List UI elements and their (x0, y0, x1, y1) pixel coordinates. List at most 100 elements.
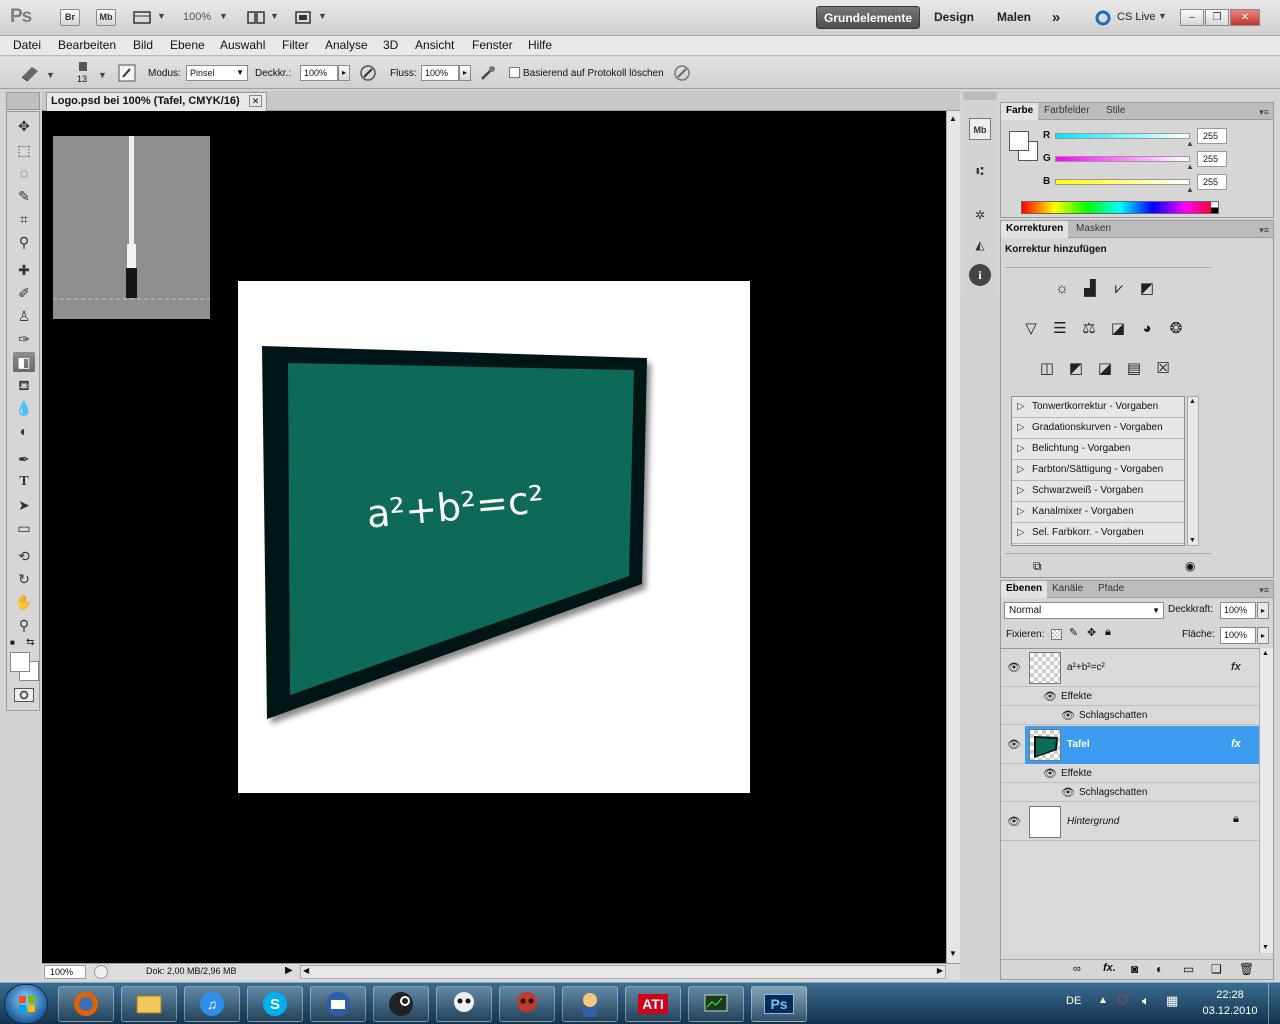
cs-live-label[interactable]: CS Live (1117, 11, 1156, 23)
channel-r-thumb-icon[interactable]: ▲ (1186, 139, 1194, 148)
selective-color-icon[interactable]: ☒ (1151, 357, 1175, 381)
eraser-tool-icon[interactable]: ◧ (13, 352, 35, 372)
mini-bridge-button[interactable]: Mb (96, 9, 116, 26)
flow-slider-arrow-icon[interactable]: ▸ (459, 65, 471, 81)
crop-tool-icon[interactable]: ⌗ (13, 209, 35, 229)
path-selection-tool-icon[interactable]: ➤ (13, 495, 35, 515)
tab-korrekturen[interactable]: Korrekturen (1001, 221, 1069, 238)
menu-analyse[interactable]: Analyse (325, 38, 368, 52)
swap-colors-icon[interactable]: ⇆ (26, 637, 34, 648)
new-adjustment-layer-icon[interactable]: ◐ (1156, 962, 1163, 976)
scroll-up-icon[interactable]: ▲ (949, 114, 957, 123)
curves-icon[interactable]: ⩗ (1107, 277, 1131, 301)
view-extras-dropdown-icon[interactable]: ▼ (157, 11, 166, 21)
tab-farbfelder[interactable]: Farbfelder (1039, 103, 1095, 120)
add-mask-icon[interactable]: ◙ (1131, 962, 1138, 976)
presets-scrollbar[interactable]: ▲ ▼ (1187, 396, 1199, 546)
taskbar-photoshop-icon[interactable]: Ps (751, 986, 807, 1022)
3d-orbit-tool-icon[interactable]: ↻ (13, 569, 35, 589)
layer-opacity-input[interactable]: 100% (1220, 602, 1256, 619)
pen-tool-icon[interactable]: ✒ (13, 449, 35, 469)
default-colors-icon[interactable]: ■ (10, 638, 20, 648)
security-tray-icon[interactable]: ⛉ (1118, 993, 1128, 1009)
histogram-panel-icon[interactable]: ◭ (969, 234, 991, 256)
menu-bild[interactable]: Bild (133, 38, 153, 52)
status-zoom-field[interactable]: 100% (44, 965, 86, 979)
horizontal-scrollbar[interactable]: ◀ ▶ (300, 965, 946, 979)
taskbar-firefox-icon[interactable] (58, 986, 114, 1022)
add-style-icon[interactable]: fx. (1103, 962, 1116, 974)
layer-effect-row[interactable]: 👁︎ Schlagschatten (1001, 706, 1259, 725)
taskbar-game-skull-icon[interactable] (436, 986, 492, 1022)
tablet-pressure-size-icon[interactable] (672, 63, 692, 83)
marquee-tool-icon[interactable]: ⬚ (13, 140, 35, 160)
menu-auswahl[interactable]: Auswahl (220, 38, 265, 52)
status-menu-arrow-icon[interactable]: ▶ (285, 965, 293, 976)
network-tray-icon[interactable]: ▦ (1166, 993, 1178, 1009)
levels-icon[interactable]: ▟ (1078, 277, 1102, 301)
exposure-icon[interactable]: ◩ (1135, 277, 1159, 301)
channel-b-thumb-icon[interactable]: ▲ (1186, 185, 1194, 194)
taskbar-system-monitor-icon[interactable] (688, 986, 744, 1022)
adjustments-panel-menu-icon[interactable]: ▾≡ (1259, 225, 1269, 236)
vertical-scrollbar[interactable]: ▲ ▼ (946, 111, 960, 963)
airbrush-icon[interactable] (478, 63, 498, 83)
zoom-tool-icon[interactable]: ⚲ (13, 615, 35, 635)
tool-preset-dropdown-icon[interactable]: ▼ (46, 70, 55, 80)
preset-belichtung[interactable]: ▷ Belichtung - Vorgaben (1012, 439, 1184, 460)
taskbar-ati-icon[interactable]: ATI (625, 986, 681, 1022)
history-brush-tool-icon[interactable]: ✑ (13, 329, 35, 349)
gradient-map-icon[interactable]: ▤ (1122, 357, 1146, 381)
channel-r-slider[interactable] (1055, 133, 1190, 139)
photo-filter-icon[interactable]: ◕ (1135, 317, 1159, 341)
more-workspaces-icon[interactable]: » (1044, 6, 1068, 29)
channel-b-slider[interactable] (1055, 179, 1190, 185)
layers-scroll-up-icon[interactable]: ▲ (1262, 650, 1269, 657)
scroll-right-icon[interactable]: ▶ (937, 966, 943, 975)
icon-strip-header[interactable] (963, 92, 997, 100)
channel-g-thumb-icon[interactable]: ▲ (1186, 162, 1194, 171)
layer-fx-icon[interactable]: fx (1231, 738, 1241, 750)
cs-live-icon[interactable] (1094, 9, 1112, 27)
document-tab[interactable]: Logo.psd bei 100% (Tafel, CMYK/16) ✕ (46, 92, 268, 111)
effect-visibility-eye-icon[interactable]: 👁︎ (1061, 709, 1075, 722)
opacity-pressure-icon[interactable] (358, 63, 378, 83)
effect-visibility-eye-icon[interactable]: 👁︎ (1061, 786, 1075, 799)
brush-preview-icon[interactable] (74, 61, 92, 73)
clone-stamp-tool-icon[interactable]: ♙ (13, 306, 35, 326)
screen-mode-button[interactable] (293, 9, 313, 26)
workspace-malen[interactable]: Malen (988, 6, 1040, 29)
hand-tool-icon[interactable]: ✋ (13, 592, 35, 612)
scroll-left-icon[interactable]: ◀ (303, 966, 309, 975)
type-tool-icon[interactable]: T (13, 472, 35, 492)
brush-dropdown-icon[interactable]: ▼ (98, 70, 107, 80)
layer-name[interactable]: a²+b²=c² (1067, 662, 1105, 673)
move-tool-icon[interactable]: ✥ (13, 116, 35, 136)
tab-pfade[interactable]: Pfade (1093, 581, 1129, 598)
close-document-icon[interactable]: ✕ (248, 95, 263, 107)
brightness-contrast-icon[interactable]: ☼ (1050, 277, 1074, 301)
layer-effects-row[interactable]: 👁︎ Effekte (1001, 764, 1259, 783)
layer-formula[interactable]: 👁︎ a²+b²=c² fx (1001, 649, 1259, 687)
menu-datei[interactable]: Datei (13, 38, 41, 52)
layers-panel-menu-icon[interactable]: ▾≡ (1259, 585, 1269, 596)
posterize-icon[interactable]: ◩ (1064, 357, 1088, 381)
menu-3d[interactable]: 3D (383, 38, 398, 52)
canvas-area[interactable]: a²+b²=c² (42, 111, 946, 963)
spectrum-black-white-swatch[interactable] (1211, 202, 1218, 213)
layer-name[interactable]: Tafel (1067, 739, 1090, 750)
language-indicator[interactable]: DE (1066, 995, 1081, 1007)
color-spectrum-bar[interactable] (1021, 201, 1219, 214)
document-canvas[interactable]: a²+b²=c² (238, 281, 750, 793)
lock-position-icon[interactable]: ✥ (1087, 626, 1096, 639)
tab-farbe[interactable]: Farbe (1001, 103, 1039, 120)
taskbar-steam-icon[interactable] (373, 986, 429, 1022)
show-desktop-button[interactable] (1268, 983, 1280, 1024)
menu-bearbeiten[interactable]: Bearbeiten (58, 38, 116, 52)
preset-gradationskurven[interactable]: ▷ Gradationskurven - Vorgaben (1012, 418, 1184, 439)
volume-tray-icon[interactable]: 🔈︎ (1142, 993, 1150, 1009)
lock-all-icon[interactable]: 🔒︎ (1105, 626, 1111, 639)
effects-visibility-eye-icon[interactable]: 👁︎ (1043, 690, 1057, 703)
bridge-button[interactable]: Br (60, 9, 80, 26)
channel-g-value[interactable]: 255 (1197, 151, 1227, 167)
